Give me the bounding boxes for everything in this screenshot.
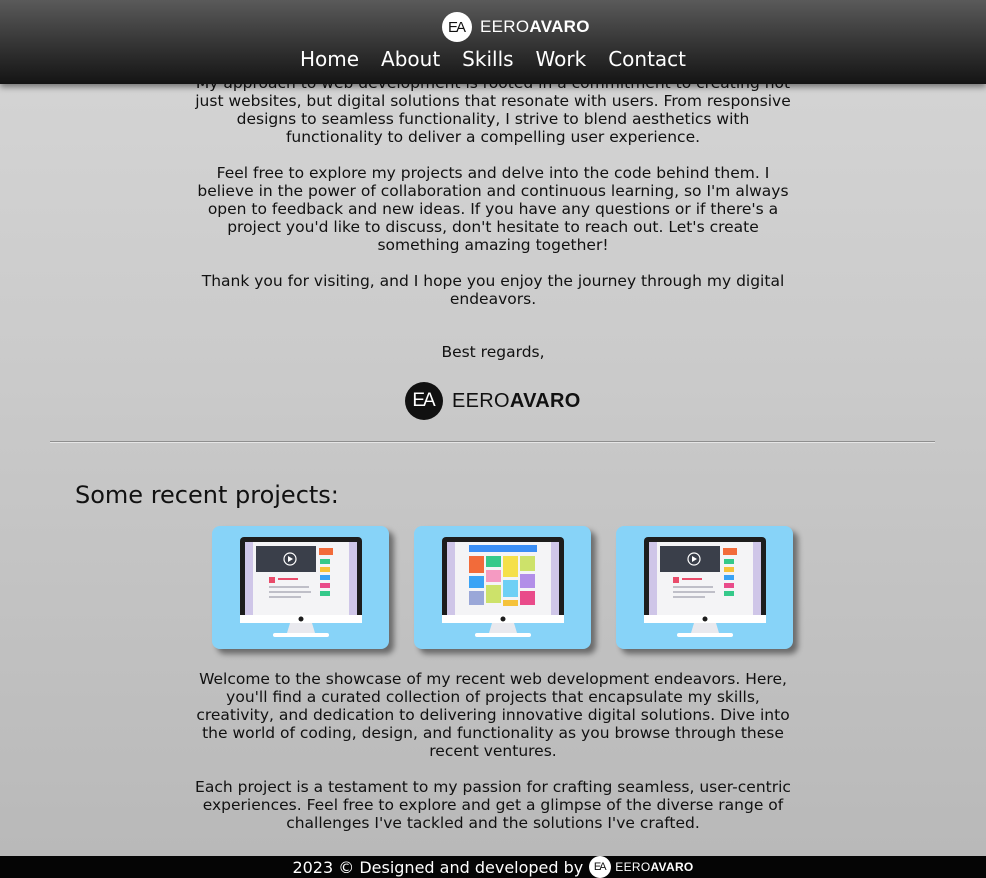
nav-contact[interactable]: Contact <box>608 47 686 71</box>
main-nav: Home About Skills Work Contact <box>0 47 986 71</box>
intro-paragraph: Feel free to explore my projects and del… <box>197 164 789 254</box>
ea-monogram-icon: EA <box>442 12 472 42</box>
nav-skills[interactable]: Skills <box>462 47 513 71</box>
intro-text: My approach to web development is rooted… <box>190 74 796 326</box>
ea-monogram-icon: EA <box>405 382 443 420</box>
projects-description: Welcome to the showcase of my recent web… <box>190 670 796 850</box>
logo-wordmark: EEROAVARO <box>615 860 693 874</box>
logo-last-name: AVARO <box>650 860 694 874</box>
ea-monogram-icon: EA <box>589 856 612 878</box>
logo-last-name: AVARO <box>509 389 581 412</box>
tile-grid-monitor-icon <box>442 537 564 637</box>
signoff: Best regards, <box>441 343 545 361</box>
project-card-2[interactable] <box>414 526 591 649</box>
projects-heading: Some recent projects: <box>75 481 339 509</box>
nav-work[interactable]: Work <box>536 47 587 71</box>
logo-first-name: EERO <box>480 17 530 36</box>
video-page-monitor-icon <box>240 537 362 637</box>
footer-credit: 2023 © Designed and developed by <box>292 857 584 877</box>
signature-logo: EA EEROAVARO <box>405 382 581 420</box>
project-card-1[interactable] <box>212 526 389 649</box>
project-card-3[interactable] <box>616 526 793 649</box>
logo-first-name: EERO <box>615 860 651 874</box>
projects-paragraph: Welcome to the showcase of my recent web… <box>196 670 790 760</box>
projects-paragraph: Each project is a testament to my passio… <box>195 778 791 832</box>
section-divider <box>50 441 935 443</box>
nav-home[interactable]: Home <box>300 47 359 71</box>
nav-about[interactable]: About <box>381 47 440 71</box>
logo-first-name: EERO <box>452 389 510 412</box>
intro-paragraph: Thank you for visiting, and I hope you e… <box>201 272 785 308</box>
intro-paragraph: My approach to web development is rooted… <box>195 74 791 146</box>
site-header: EA EEROAVARO Home About Skills Work Cont… <box>0 0 986 84</box>
site-footer: 2023 © Designed and developed by EA EERO… <box>0 856 986 878</box>
logo-last-name: AVARO <box>529 17 590 36</box>
video-page-monitor-icon <box>644 537 766 637</box>
logo-wordmark: EEROAVARO <box>480 17 590 37</box>
project-cards <box>212 526 793 649</box>
header-logo[interactable]: EA EEROAVARO <box>442 11 590 43</box>
logo-wordmark: EEROAVARO <box>452 390 581 413</box>
